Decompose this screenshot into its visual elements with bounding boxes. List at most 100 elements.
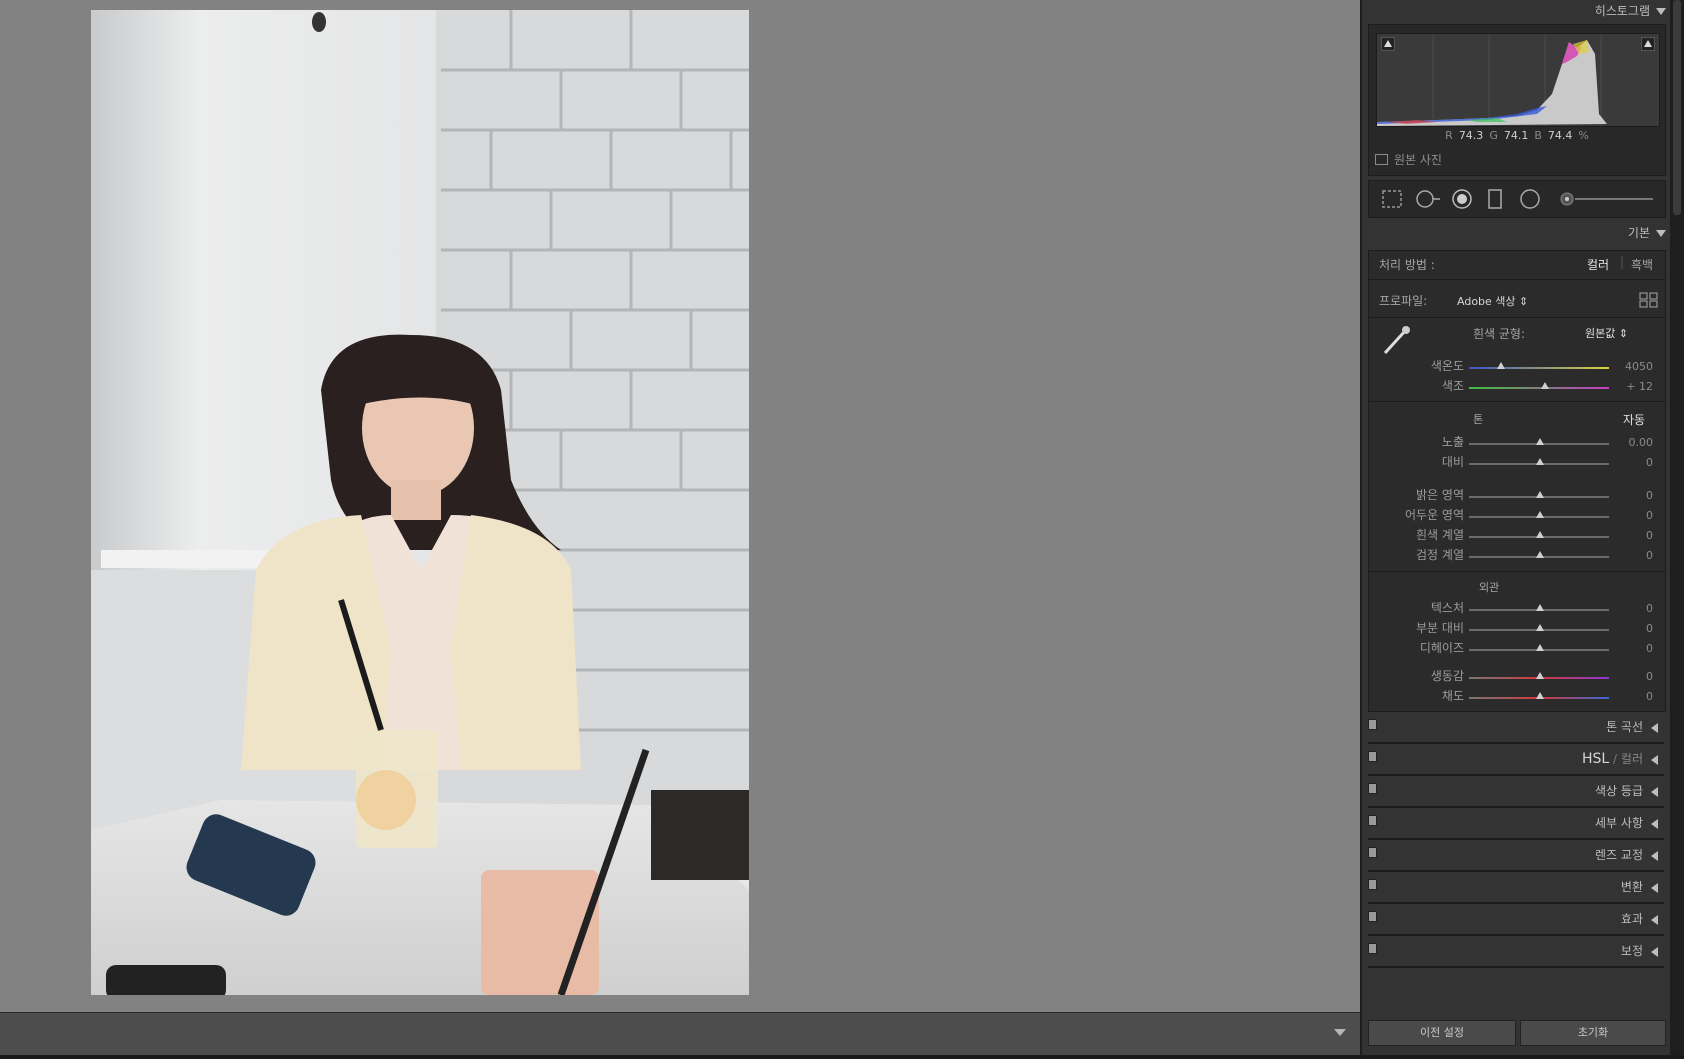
g-value: 74.1	[1503, 129, 1529, 142]
hsl-panel[interactable]: HSL / 컬러	[1368, 744, 1664, 776]
contrast-label: 대비	[1441, 455, 1464, 469]
highlights-label: 밝은 영역	[1416, 488, 1464, 502]
panel-switch-icon[interactable]	[1368, 847, 1377, 858]
tint-value[interactable]: + 12	[1613, 380, 1653, 393]
rgb-readout: R 74.3 G 74.1 B 74.4%	[1369, 129, 1665, 142]
saturation-label: 채도	[1441, 689, 1464, 703]
develop-right-panel: 히스토그램 R 74.3 G 74.1 B 74.4% 원본 사진 기본 처리 …	[1360, 0, 1672, 1055]
filmstrip-toggle-icon[interactable]	[1334, 1029, 1346, 1036]
tone-curve-title: 톤 곡선	[1606, 720, 1643, 734]
highlight-clipping-icon[interactable]	[1641, 37, 1655, 51]
temp-slider-track[interactable]	[1469, 367, 1609, 369]
saturation-slider-thumb[interactable]	[1536, 692, 1544, 699]
spot-removal-icon[interactable]	[1415, 189, 1441, 209]
collapse-triangle-icon	[1656, 8, 1666, 15]
panel-switch-icon[interactable]	[1368, 719, 1377, 730]
contrast-value[interactable]: 0	[1613, 456, 1653, 469]
scrollbar-thumb[interactable]	[1673, 0, 1681, 215]
panel-switch-icon[interactable]	[1368, 911, 1377, 922]
panel-switch-icon[interactable]	[1368, 943, 1377, 954]
tone-curve-panel[interactable]: 톤 곡선	[1368, 712, 1664, 744]
contrast-slider-thumb[interactable]	[1536, 458, 1544, 465]
tint-slider-track[interactable]	[1469, 387, 1609, 389]
radial-filter-icon[interactable]	[1519, 189, 1541, 209]
graduated-filter-icon[interactable]	[1487, 189, 1503, 209]
panel-switch-icon[interactable]	[1368, 751, 1377, 762]
shadows-slider-thumb[interactable]	[1536, 511, 1544, 518]
image-canvas[interactable]	[0, 0, 1360, 1012]
auto-button[interactable]: 자동	[1623, 411, 1645, 428]
panel-switch-icon[interactable]	[1368, 879, 1377, 890]
shadow-clipping-icon[interactable]	[1381, 37, 1395, 51]
eyedropper-icon[interactable]	[1379, 323, 1413, 357]
previous-settings-button[interactable]: 이전 설정	[1368, 1020, 1516, 1046]
highlights-value[interactable]: 0	[1613, 489, 1653, 502]
highlights-slider-thumb[interactable]	[1536, 491, 1544, 498]
original-photo-toggle[interactable]: 원본 사진	[1375, 151, 1442, 168]
shadows-value[interactable]: 0	[1613, 509, 1653, 522]
lens-title: 렌즈 교정	[1595, 848, 1643, 862]
whites-value[interactable]: 0	[1613, 529, 1653, 542]
percent-unit: %	[1578, 129, 1589, 142]
hsl-title[interactable]: HSL	[1582, 751, 1609, 767]
panel-switch-icon[interactable]	[1368, 815, 1377, 826]
basic-header[interactable]: 기본	[1362, 222, 1672, 244]
clarity-value[interactable]: 0	[1613, 622, 1653, 635]
treatment-bw-button[interactable]: 흑백	[1631, 256, 1653, 273]
dehaze-slider-thumb[interactable]	[1536, 644, 1544, 651]
dehaze-value[interactable]: 0	[1613, 642, 1653, 655]
histogram-header[interactable]: 히스토그램	[1362, 0, 1672, 22]
detail-panel[interactable]: 세부 사항	[1368, 808, 1664, 840]
r-label: R	[1445, 129, 1453, 142]
exposure-value[interactable]: 0.00	[1613, 436, 1654, 449]
exposure-slider-thumb[interactable]	[1536, 438, 1544, 445]
histogram-graph[interactable]	[1376, 33, 1660, 127]
saturation-value[interactable]: 0	[1613, 690, 1653, 703]
texture-value[interactable]: 0	[1613, 602, 1653, 615]
treatment-label: 처리 방법 :	[1379, 258, 1435, 272]
temp-slider-thumb[interactable]	[1497, 362, 1505, 369]
crop-overlay-icon[interactable]	[1381, 189, 1403, 209]
tint-slider-thumb[interactable]	[1541, 382, 1549, 389]
treatment-color-button[interactable]: 컬러	[1587, 256, 1609, 273]
b-label: B	[1534, 129, 1542, 142]
expand-triangle-icon	[1651, 818, 1658, 829]
histogram-curve	[1377, 34, 1607, 126]
blacks-slider-thumb[interactable]	[1536, 551, 1544, 558]
brush-slider-icon[interactable]	[1559, 191, 1655, 207]
divider	[1369, 571, 1665, 572]
hsl-color-title[interactable]: 컬러	[1621, 752, 1643, 766]
color-grading-panel[interactable]: 색상 등급	[1368, 776, 1664, 808]
profile-browser-icon[interactable]	[1639, 292, 1659, 308]
treatment-separator: |	[1620, 255, 1625, 269]
red-eye-icon[interactable]	[1451, 189, 1473, 209]
histogram-title: 히스토그램	[1594, 4, 1650, 18]
vibrance-value[interactable]: 0	[1613, 670, 1653, 683]
profile-dropdown[interactable]: Adobe 색상 ⇕	[1457, 293, 1528, 309]
right-panel-scrollbar[interactable]	[1670, 0, 1684, 1055]
temp-value[interactable]: 4050	[1613, 360, 1653, 373]
photo-preview[interactable]	[91, 10, 749, 995]
basic-panel: 처리 방법 : 컬러 | 흑백 프로파일: Adobe 색상 ⇕ 흰색 균형: …	[1368, 250, 1666, 712]
transform-panel[interactable]: 변환	[1368, 872, 1664, 904]
original-photo-checkbox[interactable]	[1375, 154, 1388, 165]
g-label: G	[1489, 129, 1498, 142]
clarity-slider-thumb[interactable]	[1536, 624, 1544, 631]
whites-label: 흰색 계열	[1416, 528, 1464, 542]
wb-label: 흰색 균형:	[1473, 327, 1526, 341]
histogram-panel: R 74.3 G 74.1 B 74.4% 원본 사진	[1368, 24, 1666, 176]
dehaze-label: 디헤이즈	[1419, 641, 1464, 655]
bottom-border	[0, 1055, 1684, 1059]
lens-corrections-panel[interactable]: 렌즈 교정	[1368, 840, 1664, 872]
vibrance-slider-thumb[interactable]	[1536, 672, 1544, 679]
expand-triangle-icon	[1651, 850, 1658, 861]
blacks-value[interactable]: 0	[1613, 549, 1653, 562]
panel-switch-icon[interactable]	[1368, 783, 1377, 794]
calibration-panel[interactable]: 보정	[1368, 936, 1664, 968]
wb-dropdown[interactable]: 원본값 ⇕	[1585, 325, 1628, 341]
tool-strip	[1368, 180, 1666, 218]
effects-panel[interactable]: 효과	[1368, 904, 1664, 936]
texture-slider-thumb[interactable]	[1536, 604, 1544, 611]
whites-slider-thumb[interactable]	[1536, 531, 1544, 538]
reset-button[interactable]: 초기화	[1520, 1020, 1666, 1046]
